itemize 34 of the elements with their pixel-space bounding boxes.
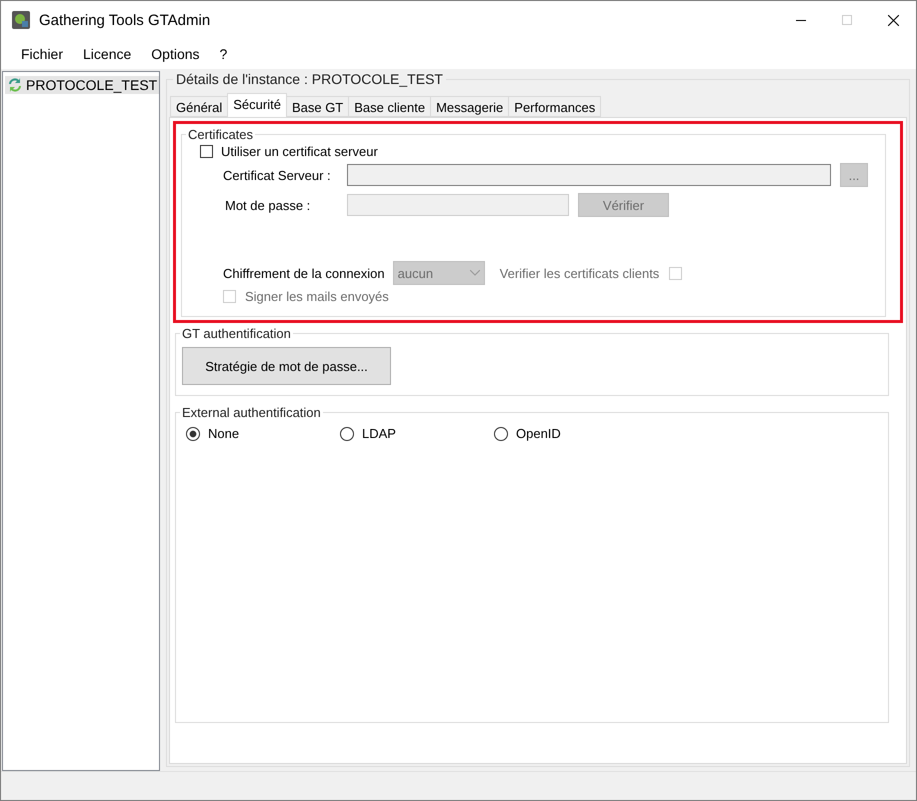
field-label: Mot de passe : [225,198,312,212]
checkbox-label: Verifier les certificats clients [500,266,660,280]
menu-item[interactable]: ? [210,46,238,62]
field-label: Chiffrement de la connexion [223,266,385,280]
menu-item[interactable]: Options [141,46,210,62]
tab[interactable]: Performances [508,96,602,117]
refresh-arrows-icon [7,77,23,93]
radio-label: LDAP [362,426,396,441]
tab[interactable]: Base cliente [348,96,432,117]
radio-button[interactable] [186,426,200,440]
radio-label: None [208,426,240,441]
radio-button[interactable] [340,426,354,440]
close-icon[interactable] [888,14,898,26]
tree-item[interactable]: PROTOCOLE_TEST [5,76,160,94]
tab[interactable]: Général [170,96,228,117]
tab[interactable]: Sécurité [227,93,287,117]
group-title: External authentification [181,405,322,420]
password-policy-button[interactable]: Stratégie de mot de passe... [182,347,391,385]
menu-item[interactable]: Licence [73,46,142,62]
window-title: Gathering Tools GTAdmin [39,12,212,28]
tab[interactable]: Base GT [286,96,350,117]
group-title: GT authentification [181,326,292,341]
group-title: Détails de l'instance : PROTOCOLE_TEST [173,71,446,87]
app-icon [11,10,31,30]
chevron-icon [470,270,480,276]
radio-button[interactable] [494,426,508,440]
radio-label: OpenID [516,426,561,441]
checkbox-label: Utiliser un certificat serveur [221,144,378,159]
checkbox-label: Signer les mails envoyés [245,289,389,304]
checkbox[interactable] [200,145,213,158]
tab[interactable]: Messagerie [430,96,510,117]
menu-item[interactable]: Fichier [11,46,74,62]
field-label: Certificat Serveur : [223,168,332,182]
group-title: Certificates [187,127,254,142]
